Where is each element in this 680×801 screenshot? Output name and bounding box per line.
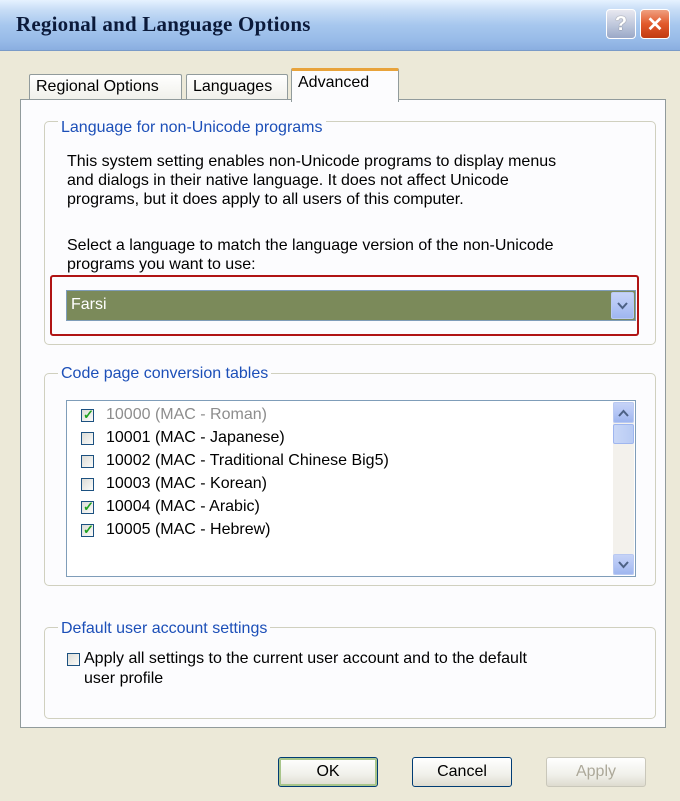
tab-languages[interactable]: Languages bbox=[186, 74, 288, 100]
dropdown-button[interactable] bbox=[611, 292, 634, 319]
ok-button[interactable]: OK bbox=[278, 757, 378, 787]
tab-label: Advanced bbox=[298, 74, 370, 91]
apply-to-default-option[interactable]: Apply all settings to the current user a… bbox=[67, 649, 627, 689]
checkbox[interactable] bbox=[81, 431, 94, 445]
description-line: programs, but it does apply to all users… bbox=[67, 191, 464, 208]
user-account-legend: Default user account settings bbox=[58, 620, 271, 638]
close-icon: ✕ bbox=[646, 13, 664, 36]
checkbox[interactable]: ✓ bbox=[81, 406, 94, 422]
list-item-label: 10001 (MAC - Japanese) bbox=[106, 429, 285, 446]
option-line: Apply all settings to the current user a… bbox=[84, 650, 527, 667]
help-button[interactable]: ? bbox=[606, 9, 636, 39]
chevron-down-icon bbox=[617, 301, 628, 309]
code-page-legend: Code page conversion tables bbox=[58, 365, 272, 383]
prompt-line: Select a language to match the language … bbox=[67, 237, 554, 254]
check-icon: ✓ bbox=[83, 406, 94, 422]
checkbox[interactable] bbox=[81, 477, 94, 491]
checkbox[interactable] bbox=[67, 653, 80, 666]
checkbox[interactable]: ✓ bbox=[81, 521, 94, 537]
list-item-label: 10004 (MAC - Arabic) bbox=[106, 498, 260, 515]
list-item-label: 10002 (MAC - Traditional Chinese Big5) bbox=[106, 452, 389, 469]
tab-regional-options[interactable]: Regional Options bbox=[29, 74, 182, 100]
list-item[interactable]: ✓ 10000 (MAC - Roman) bbox=[81, 404, 267, 426]
list-item[interactable]: 10003 (MAC - Korean) bbox=[81, 473, 267, 495]
list-item-label: 10000 (MAC - Roman) bbox=[106, 406, 267, 423]
title-bar: Regional and Language Options ? ✕ bbox=[0, 0, 680, 51]
window-title: Regional and Language Options bbox=[16, 12, 311, 36]
vertical-scrollbar[interactable] bbox=[613, 402, 634, 575]
description-text: This system setting enables non-Unicode … bbox=[67, 152, 556, 209]
list-item[interactable]: ✓ 10005 (MAC - Hebrew) bbox=[81, 519, 271, 541]
tab-label: Languages bbox=[193, 78, 273, 95]
non-unicode-legend: Language for non-Unicode programs bbox=[58, 119, 326, 137]
tab-label: Regional Options bbox=[36, 78, 159, 95]
chevron-up-icon bbox=[618, 409, 629, 417]
list-item[interactable]: 10002 (MAC - Traditional Chinese Big5) bbox=[81, 450, 389, 472]
list-item[interactable]: ✓ 10004 (MAC - Arabic) bbox=[81, 496, 260, 518]
tab-advanced[interactable]: Advanced bbox=[291, 68, 399, 102]
selected-language: Farsi bbox=[71, 296, 107, 313]
prompt-line: programs you want to use: bbox=[67, 256, 256, 273]
code-page-list[interactable]: ✓ 10000 (MAC - Roman) 10001 (MAC - Japan… bbox=[66, 400, 636, 577]
option-line: user profile bbox=[84, 670, 164, 687]
chevron-down-icon bbox=[618, 560, 629, 568]
check-icon: ✓ bbox=[83, 498, 94, 514]
scroll-thumb[interactable] bbox=[613, 424, 634, 444]
help-icon: ? bbox=[614, 12, 628, 35]
list-item-label: 10005 (MAC - Hebrew) bbox=[106, 521, 271, 538]
check-icon: ✓ bbox=[83, 521, 94, 537]
checkbox[interactable] bbox=[81, 454, 94, 468]
close-button[interactable]: ✕ bbox=[640, 9, 670, 39]
apply-button[interactable]: Apply bbox=[546, 757, 646, 787]
checkbox[interactable]: ✓ bbox=[81, 498, 94, 514]
prompt-text: Select a language to match the language … bbox=[67, 236, 554, 274]
description-line: This system setting enables non-Unicode … bbox=[67, 153, 557, 170]
scroll-up-button[interactable] bbox=[613, 402, 634, 423]
list-item-label: 10003 (MAC - Korean) bbox=[106, 475, 267, 492]
description-line: and dialogs in their native language. It… bbox=[67, 172, 509, 189]
scroll-down-button[interactable] bbox=[613, 554, 634, 575]
option-label: Apply all settings to the current user a… bbox=[84, 649, 527, 689]
cancel-button[interactable]: Cancel bbox=[412, 757, 512, 787]
language-select[interactable]: Farsi bbox=[66, 290, 636, 321]
list-item[interactable]: 10001 (MAC - Japanese) bbox=[81, 427, 285, 449]
